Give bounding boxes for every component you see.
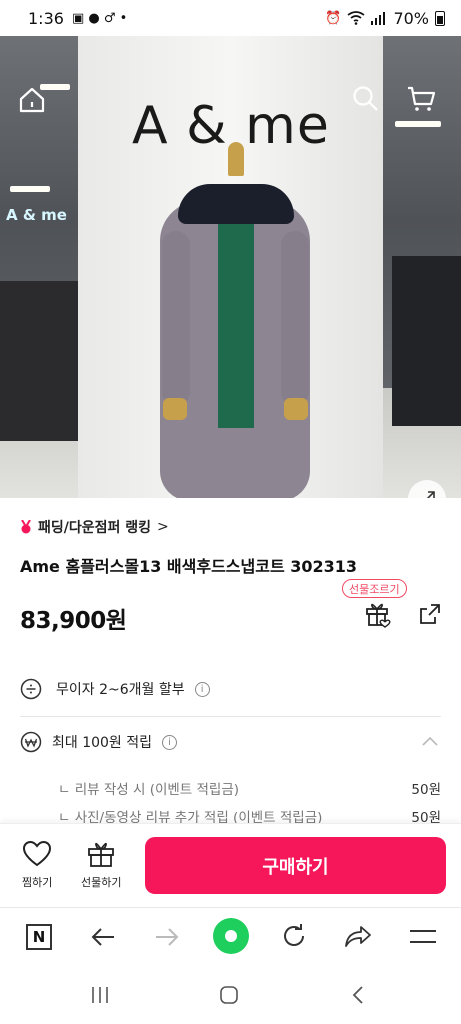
divide-icon (20, 678, 42, 700)
points-row[interactable]: 최대 100원 적립 i (20, 731, 178, 753)
home-dot-icon (225, 930, 237, 942)
info-icon[interactable]: i (162, 734, 178, 750)
share-icon[interactable] (417, 601, 443, 627)
share-arrow-icon[interactable] (344, 924, 372, 948)
gift-box-icon (88, 842, 115, 867)
points-sub-item: ㄴ 리뷰 작성 시 (이벤트 적립금) 50원 (58, 778, 441, 798)
wifi-icon (347, 11, 365, 25)
side-store-sign: A & me (6, 206, 67, 224)
status-right: ⏰ 70% (325, 9, 445, 28)
system-home-icon[interactable] (219, 985, 239, 1005)
ranking-label: 패딩/다운점퍼 랭킹 (38, 520, 152, 536)
product-title: Ame 홈플러스몰13 배색후드스냅코트 302313 (20, 557, 358, 576)
buy-button[interactable]: 구매하기 (145, 837, 446, 894)
status-bar: 1:36 ▣ ● ♂ • ⏰ 70% (0, 0, 461, 36)
forward-arrow-icon[interactable] (154, 926, 180, 948)
wish-button[interactable]: 찜하기 (22, 840, 52, 890)
ceiling-light (10, 186, 50, 192)
browser-toolbar: N (0, 907, 461, 967)
gift-request-badge[interactable]: 선물조르기 (342, 579, 407, 598)
chevron-up-icon[interactable] (421, 735, 439, 747)
installment-label: 무이자 2~6개월 할부 (56, 682, 185, 698)
hood (178, 184, 294, 224)
won-coin-icon (20, 731, 42, 753)
heart-icon (23, 840, 52, 867)
status-left: 1:36 ▣ ● ♂ • (28, 9, 127, 28)
battery-percent: 70% (393, 8, 429, 28)
mannequin-hand (284, 398, 308, 420)
purchase-action-bar: 찜하기 선물하기 구매하기 (0, 823, 461, 907)
info-icon[interactable]: i (194, 681, 210, 697)
product-price: 83,900원 (20, 608, 127, 634)
system-nav-bar (0, 967, 461, 1024)
clothing-rack (392, 256, 461, 426)
cart-icon[interactable] (406, 84, 436, 114)
menu-icon[interactable] (409, 928, 437, 946)
clothing-rack (0, 281, 78, 441)
gift-icon[interactable] (364, 600, 392, 628)
signal-icon (371, 11, 386, 25)
home-icon[interactable] (18, 86, 46, 114)
naver-n-icon[interactable]: N (26, 924, 52, 950)
points-label: 최대 100원 적립 (52, 735, 153, 751)
recent-apps-icon[interactable] (90, 985, 110, 1005)
mannequin-hand (163, 398, 187, 420)
ranking-link[interactable]: 패딩/다운점퍼 랭킹 > (20, 517, 169, 537)
medal-icon (21, 520, 31, 534)
refresh-icon[interactable] (281, 923, 307, 949)
sub-item-label: ㄴ 리뷰 작성 시 (이벤트 적립금) (58, 782, 240, 798)
back-arrow-icon[interactable] (90, 926, 116, 948)
wish-label: 찜하기 (22, 876, 53, 889)
gift-label: 선물하기 (81, 876, 122, 889)
ceiling-light (395, 121, 441, 127)
coat-sleeve (162, 231, 190, 406)
inner-sweater (218, 208, 254, 428)
expand-icon (426, 491, 435, 498)
status-time: 1:36 (28, 8, 64, 28)
notification-icons: ▣ ● ♂ • (71, 10, 128, 26)
battery-icon (435, 10, 445, 26)
gift-button[interactable]: 선물하기 (81, 840, 121, 890)
system-back-icon[interactable] (351, 985, 365, 1005)
product-image[interactable]: A & me A & me (0, 36, 461, 498)
mannequin-head (228, 142, 244, 176)
chevron-right-icon: > (157, 519, 169, 535)
divider (20, 716, 441, 717)
search-icon[interactable] (351, 84, 379, 112)
browser-home-button[interactable] (213, 918, 249, 954)
sub-item-amount: 50원 (411, 782, 441, 798)
installment-row[interactable]: 무이자 2~6개월 할부 i (20, 678, 210, 700)
coat-sleeve (281, 231, 309, 406)
alarm-icon: ⏰ (325, 10, 342, 26)
